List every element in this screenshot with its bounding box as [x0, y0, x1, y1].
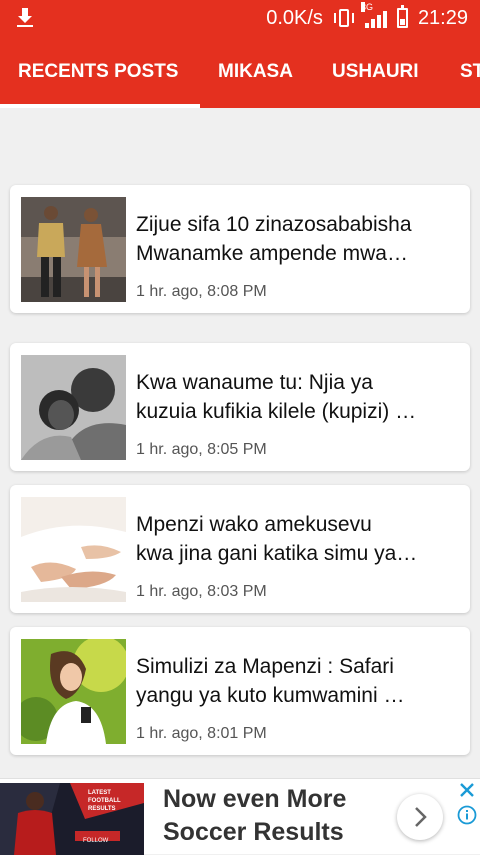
- tab-recents-posts[interactable]: RECENTS POSTS: [18, 36, 178, 108]
- ad-image-caption: LATEST FOOTBALL RESULTS: [88, 790, 121, 812]
- vibrate-icon: [333, 8, 355, 28]
- info-icon[interactable]: [457, 805, 477, 825]
- ad-headline: Now even More Soccer Results: [163, 785, 347, 846]
- post-time: 1 hr. ago, 8:08 PM: [136, 283, 267, 300]
- post-title: Simulizi za Mapenzi : Safari yangu ya ku…: [136, 655, 405, 707]
- ad-follow-label: FOLLOW: [83, 838, 109, 844]
- chevron-right-icon: [415, 807, 427, 827]
- tab-indicator: [0, 104, 200, 108]
- ad-image: LATEST FOOTBALL RESULTS FOLLOW: [0, 783, 144, 855]
- close-icon[interactable]: [458, 781, 476, 799]
- post-card[interactable]: Mpenzi wako amekusevu kwa jina gani kati…: [10, 485, 470, 613]
- post-title: Mpenzi wako amekusevu kwa jina gani kati…: [136, 513, 418, 565]
- ad-next-button[interactable]: [397, 794, 443, 840]
- tab-ushauri[interactable]: USHAURI: [332, 36, 419, 108]
- signal-icon: 3G: [360, 2, 387, 28]
- tab-st[interactable]: ST: [460, 36, 480, 108]
- download-icon: [17, 8, 33, 27]
- post-time: 1 hr. ago, 8:01 PM: [136, 725, 267, 742]
- tab-mikasa[interactable]: MIKASA: [218, 36, 293, 108]
- post-thumbnail: [21, 639, 126, 744]
- network-speed: 0.0K/s: [266, 6, 323, 29]
- post-thumbnail: [21, 497, 126, 602]
- network-type: 3G: [360, 2, 373, 12]
- post-title: Zijue sifa 10 zinazosababisha Mwanamke a…: [136, 213, 412, 265]
- tab-bar: RECENTS POSTS MIKASA USHAURI ST: [0, 36, 480, 108]
- battery-icon: [396, 5, 408, 28]
- status-bar: 0.0K/s 3G 21:29: [0, 0, 480, 36]
- post-card[interactable]: Kwa wanaume tu: Njia ya kuzuia kufikia k…: [10, 343, 470, 471]
- post-title: Kwa wanaume tu: Njia ya kuzuia kufikia k…: [136, 371, 417, 423]
- clock: 21:29: [417, 6, 468, 29]
- post-card[interactable]: Zijue sifa 10 zinazosababisha Mwanamke a…: [10, 185, 470, 313]
- post-thumbnail: [21, 197, 126, 302]
- post-card[interactable]: Simulizi za Mapenzi : Safari yangu ya ku…: [10, 627, 470, 755]
- post-thumbnail: [21, 355, 126, 460]
- post-time: 1 hr. ago, 8:03 PM: [136, 583, 267, 600]
- post-time: 1 hr. ago, 8:05 PM: [136, 441, 267, 458]
